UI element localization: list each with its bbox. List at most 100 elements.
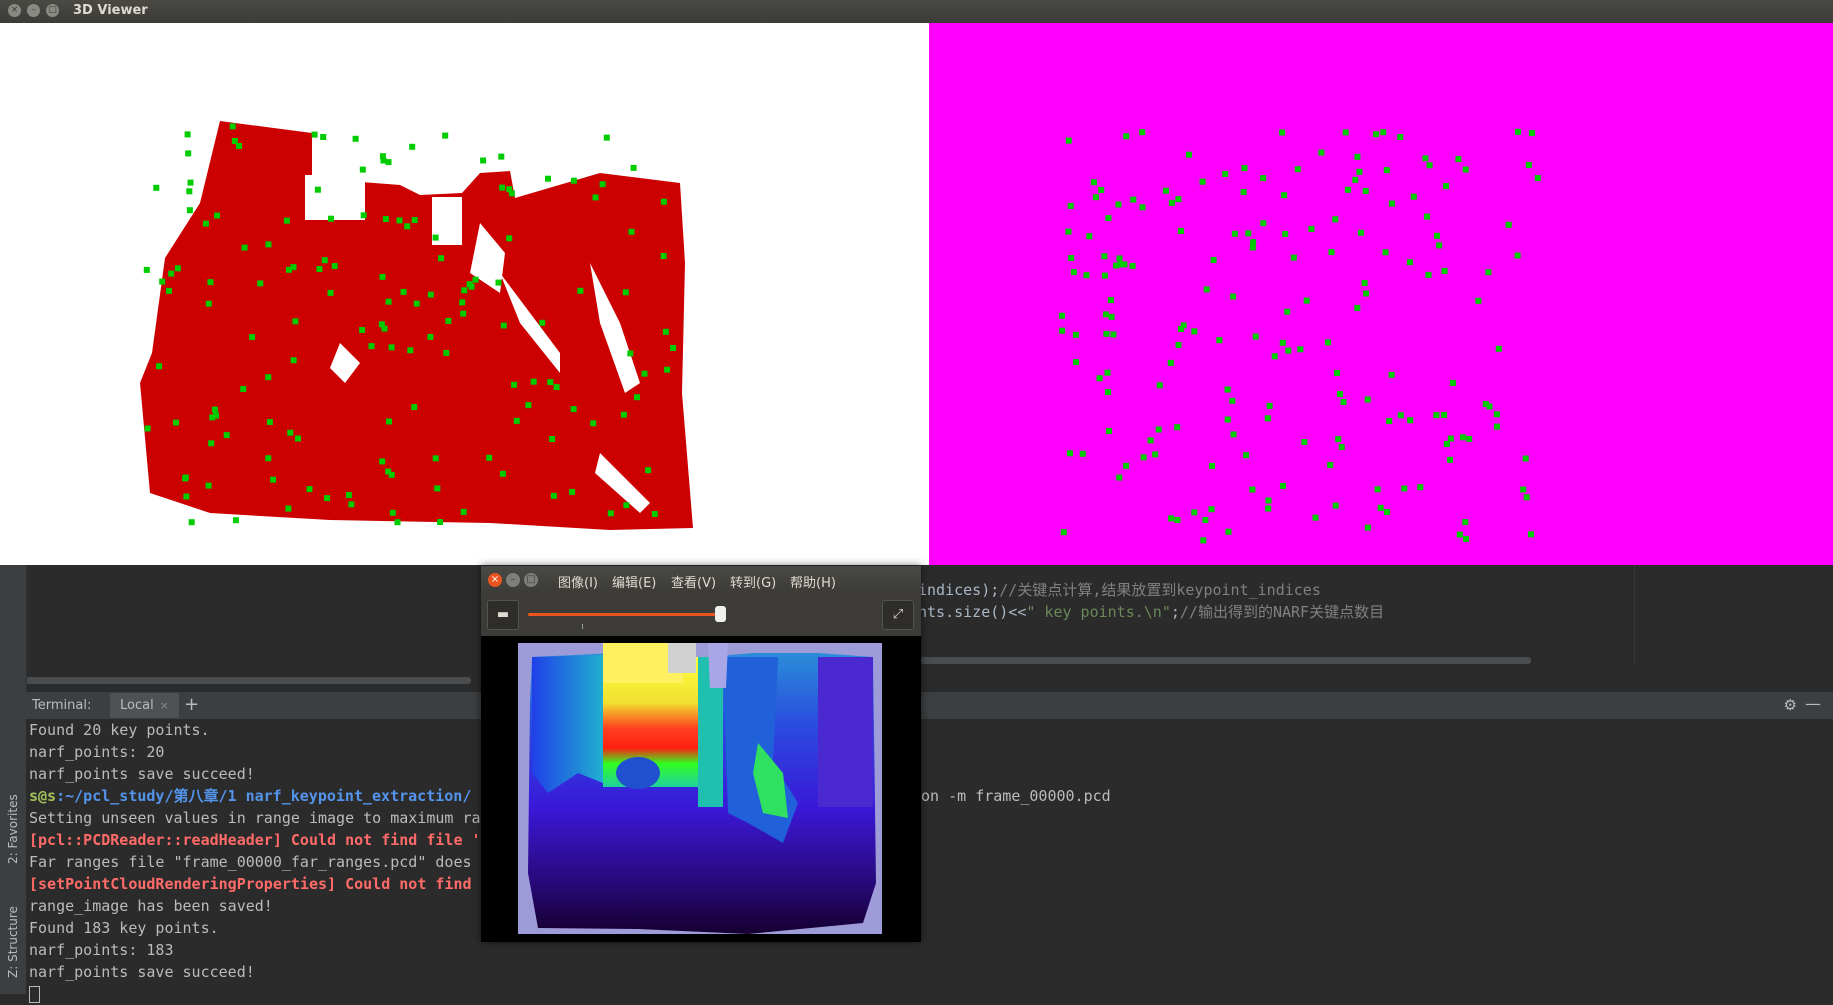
keypoint-marker <box>460 310 467 317</box>
keypoint-marker <box>1449 379 1456 386</box>
code-line-keypoint-compute: indices);//关键点计算,结果放置到keypoint_indices <box>918 581 1321 599</box>
keypoint-marker <box>1250 239 1257 246</box>
keypoint-marker <box>1168 199 1175 206</box>
keypoint-marker <box>1072 331 1079 338</box>
minimize-icon[interactable]: – <box>506 573 520 587</box>
keypoint-marker <box>1216 337 1223 344</box>
keypoint-marker <box>1388 200 1395 207</box>
menu-help[interactable]: 帮助(H) <box>790 572 836 591</box>
point-cloud-render <box>140 121 693 530</box>
keypoint-marker <box>1121 261 1128 268</box>
keypoint-marker <box>660 253 667 259</box>
keypoint-marker <box>407 347 414 354</box>
keypoint-marker <box>144 425 151 432</box>
terminal-line: range_image has been saved! <box>29 897 273 915</box>
zoom-out-button[interactable]: ▬ <box>487 600 519 630</box>
keypoint-marker <box>1265 505 1272 512</box>
keypoint-marker <box>1279 129 1286 136</box>
keypoint-marker <box>265 241 272 248</box>
keypoint-marker <box>1325 339 1331 346</box>
keypoint-marker <box>1105 215 1112 221</box>
keypoint-marker <box>432 234 439 241</box>
keypoint-marker <box>1129 262 1136 269</box>
keypoint-marker <box>511 381 518 388</box>
keypoints-right <box>1059 128 1541 544</box>
keypoint-marker <box>1070 269 1077 276</box>
maximize-icon[interactable]: □ <box>524 573 538 587</box>
keypoint-marker <box>413 300 420 307</box>
keypoint-marker <box>1294 166 1301 173</box>
keypoint-marker <box>1495 345 1502 352</box>
keypoint-marker <box>1297 346 1304 353</box>
keypoint-marker <box>1175 196 1182 203</box>
keypoint-marker <box>530 378 537 385</box>
keypoint-marker <box>306 486 313 493</box>
keypoint-marker <box>628 228 635 235</box>
keypoint-marker <box>1337 391 1343 398</box>
keypoint-marker <box>1380 129 1387 136</box>
favorites-tab[interactable]: 2: Favorites <box>6 794 20 864</box>
keypoint-marker <box>1308 225 1315 232</box>
keypoint-marker <box>185 150 192 157</box>
menu-goto[interactable]: 转到(G) <box>730 572 776 591</box>
menu-image[interactable]: 图像(I) <box>558 572 598 591</box>
keypoint-marker <box>1362 188 1369 194</box>
keypoint-marker <box>1123 462 1130 469</box>
zoom-tick <box>582 624 583 629</box>
keypoint-marker <box>1068 255 1075 261</box>
minimize-icon[interactable]: — <box>1805 694 1821 713</box>
keypoint-marker <box>607 510 614 517</box>
keypoint-marker <box>1514 252 1521 259</box>
keypoint-marker <box>1364 524 1371 531</box>
keypoint-marker <box>1303 297 1310 304</box>
keypoint-marker <box>295 435 301 442</box>
zoom-slider[interactable] <box>528 613 720 616</box>
keypoint-marker <box>249 334 256 341</box>
maximize-icon[interactable]: □ <box>46 4 59 17</box>
gear-icon[interactable]: ⚙ <box>1784 696 1797 714</box>
keypoint-marker <box>1252 333 1259 340</box>
keypoint-marker <box>1229 397 1236 404</box>
close-tab-icon[interactable]: × <box>160 699 169 712</box>
terminal-header: Terminal: Local × + ⚙ — <box>26 691 1833 720</box>
keypoint-marker <box>1266 402 1273 409</box>
keypoint-marker <box>352 135 359 142</box>
keypoint-marker <box>570 177 577 184</box>
editor-h-scrollbar-right[interactable] <box>921 657 1531 664</box>
point-cloud-viewport[interactable] <box>0 23 929 565</box>
image-viewer-titlebar[interactable]: × – □ 图像(I) 编辑(E) 查看(V) 转到(G) 帮助(H) <box>481 566 921 594</box>
fullscreen-button[interactable]: ⤢ <box>882 600 914 630</box>
keypoint-marker <box>1115 201 1122 208</box>
keypoint-marker <box>1191 509 1198 516</box>
keypoint-marker <box>1312 514 1319 521</box>
zoom-slider-handle[interactable] <box>715 606 726 622</box>
close-icon[interactable]: × <box>8 4 21 17</box>
close-icon[interactable]: × <box>488 573 502 587</box>
structure-tab[interactable]: Z: Structure <box>6 906 20 978</box>
code-editor[interactable]: ······························ indices);… <box>26 542 1833 690</box>
keypoint-marker <box>1101 253 1108 260</box>
keypoint-marker <box>1340 399 1347 405</box>
keypoint-marker <box>549 436 556 442</box>
keypoints-viewport[interactable] <box>929 23 1833 565</box>
keypoint-marker <box>409 143 416 150</box>
terminal-tab-local[interactable]: Local × <box>110 693 179 718</box>
keypoint-marker <box>1447 456 1453 463</box>
menu-view[interactable]: 查看(V) <box>671 572 716 591</box>
keypoint-marker <box>547 379 554 386</box>
minimize-icon[interactable]: – <box>27 4 40 17</box>
menu-edit[interactable]: 编辑(E) <box>612 572 656 591</box>
terminal-output[interactable]: Found 20 key points. narf_points: 20 nar… <box>26 719 1833 1003</box>
keypoint-marker <box>1290 254 1297 261</box>
keypoint-marker <box>1364 396 1371 403</box>
keypoint-marker <box>1407 417 1414 424</box>
keypoint-marker <box>603 134 610 141</box>
keypoint-marker <box>186 188 193 195</box>
keypoint-marker <box>143 266 150 273</box>
keypoint-marker <box>1106 428 1112 434</box>
viewer-titlebar[interactable]: × – □ 3D Viewer <box>0 0 1833 23</box>
editor-h-scrollbar-left[interactable] <box>26 677 471 684</box>
keypoint-marker <box>266 419 273 425</box>
keypoint-marker <box>1441 267 1448 274</box>
add-terminal-icon[interactable]: + <box>184 694 199 715</box>
